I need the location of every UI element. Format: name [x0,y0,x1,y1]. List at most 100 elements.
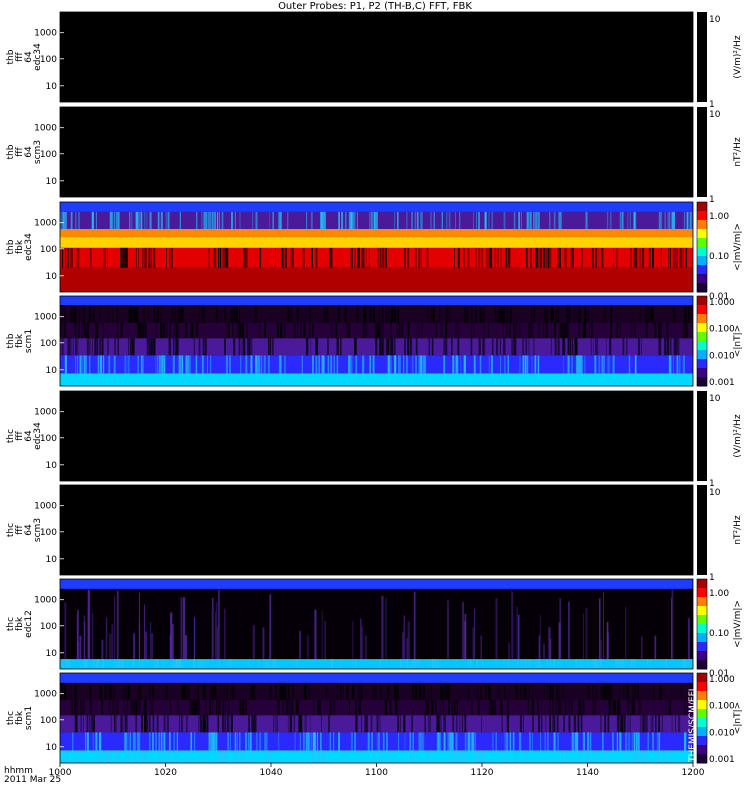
spectrogram-stripe [675,338,677,356]
spectrogram-stripe [550,659,552,669]
spectrogram-stripe [89,338,91,356]
spectrogram-stripe [204,338,206,356]
spectrogram-stripe [456,659,458,669]
spectrogram-stripe [227,659,229,669]
colorbar-segment [697,314,707,324]
spectrogram-stripe [236,750,239,763]
spectrogram-stripe [105,750,108,763]
spectrogram-stripe [646,323,648,339]
spectrogram-stripe [464,620,466,660]
panel-label-line: edc12 [24,610,34,638]
spectrogram-stripe [267,750,269,763]
spectrogram-stripe [582,323,585,339]
spectrogram-stripe [605,750,608,763]
spectrogram-stripe [555,323,556,339]
spectrogram-stripe [404,715,405,733]
spectrogram-stripe [691,659,693,669]
spectrogram-stripe [191,700,193,716]
spectrogram-stripe [398,732,400,751]
spectrogram-stripe [63,750,66,763]
colorbar-tick-label: 1 [709,195,715,205]
spectrogram-stripe [152,715,155,733]
spectrogram-stripe [142,247,144,268]
spectrogram-stripe [183,597,186,660]
spectrogram-stripe [74,700,77,716]
spectrogram-stripe [394,211,396,229]
spectrogram-stripe [581,247,583,268]
spectrogram-stripe [267,355,270,374]
spectrogram-stripe [670,338,672,356]
colorbar-title: <|mV/m|> [733,223,743,271]
colorbar-segment [697,579,707,589]
spectrogram-stripe [309,715,311,733]
spectrogram-stripe [630,247,632,268]
spectrogram-stripe [580,700,582,716]
spectrogram-stripe [202,682,205,700]
spectrogram-stripe [133,700,134,716]
spectrogram-stripe [115,750,118,763]
spectrogram-stripe [124,682,127,700]
spectrogram-stripe [251,750,253,763]
spectrogram-stripe [80,715,82,733]
colorbar-segment [697,202,707,212]
spectrogram-stripe [238,338,241,356]
spectrogram-stripe [335,323,338,339]
spectrogram-stripe [507,659,510,669]
spectrogram-stripe [361,626,363,660]
spectrogram-stripe [165,323,167,339]
spectrogram-stripe [105,682,107,700]
spectrogram-stripe [169,323,171,339]
spectrogram-stripe [258,355,259,374]
spectrogram-stripe [202,305,204,323]
colorbar-segment [697,341,707,351]
spectrogram-stripe [670,355,672,374]
spectrogram-stripe [126,247,128,268]
spectrogram-stripe [229,323,230,339]
spectrogram-stripe [230,715,233,733]
spectrogram-stripe [618,715,620,733]
spectrogram-stripe [130,700,133,716]
spectrogram-stripe [152,247,155,268]
spectrogram-stripe [601,247,604,268]
spectrogram-stripe [369,211,370,229]
spectrogram-stripe [121,659,124,669]
colorbar-segment [697,588,707,598]
spectrogram-stripe [209,700,211,716]
spectrogram-stripe [243,247,245,268]
spectrogram-stripe [475,247,477,268]
spectrogram-stripe [98,732,101,751]
spectrogram-stripe [117,323,119,339]
spectrogram-stripe [411,211,413,229]
spectrogram-stripe [137,355,140,374]
spectrogram-stripe [297,700,300,716]
spectrogram-stripe [571,355,573,374]
spectrogram-stripe [558,622,561,660]
spectrogram-stripe [549,211,551,229]
spectrogram-stripe [109,633,112,660]
spectrogram-stripe [255,305,258,323]
spectrogram-stripe [81,323,83,339]
spectrogram-stripe [587,732,590,751]
spectrogram-stripe [79,635,82,660]
spectrogram-stripe [520,659,523,669]
spectrogram-stripe [452,355,455,374]
spectrogram-stripe [97,355,100,374]
spectrogram-stripe [634,750,637,763]
spectrogram-stripe [214,247,217,268]
spectrogram-stripe [160,323,162,339]
freq-tick-label: 1000 [34,29,57,39]
spectrogram-stripe [594,700,596,716]
colorbar-title: <|nT|> [733,325,743,357]
spectrogram-stripe [215,211,217,229]
spectrogram-stripe [135,750,136,763]
spectrogram-stripe [599,598,601,660]
spectrogram-stripe [278,732,280,751]
spectrogram-stripe [675,247,677,268]
spectrogram-stripe [451,338,453,356]
spectrogram-stripe [494,247,497,268]
spectrogram-stripe [363,355,365,374]
spectrogram-stripe [482,305,485,323]
spectrogram-stripe [76,355,79,374]
spectrogram-stripe [588,305,589,323]
spectrogram-stripe [65,211,68,229]
